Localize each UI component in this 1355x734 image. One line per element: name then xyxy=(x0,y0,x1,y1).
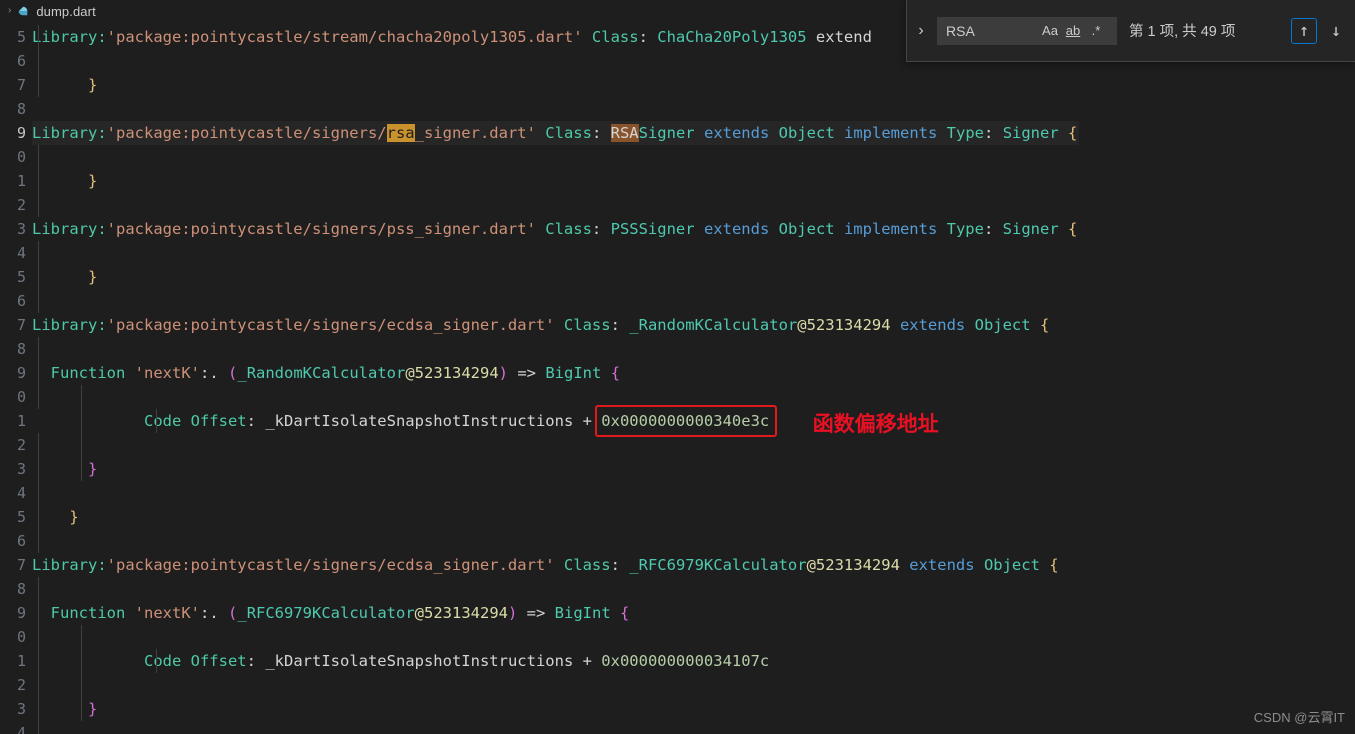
line-number: 8 xyxy=(16,340,26,358)
breadcrumb-chevron-icon: › xyxy=(8,5,12,16)
code-line[interactable]: Function 'nextK':. (_RFC6979KCalculator@… xyxy=(32,601,630,625)
code-line[interactable]: Library:'package:pointycastle/signers/ec… xyxy=(32,313,1049,337)
indent-guide xyxy=(37,337,39,409)
watermark-label: CSDN @云霄IT xyxy=(1253,710,1345,725)
code-line[interactable]: } xyxy=(32,169,97,193)
line-number: 2 xyxy=(16,196,26,214)
line-number: 0 xyxy=(16,388,26,406)
line-number: 8 xyxy=(16,100,26,118)
line-number: 9 xyxy=(16,124,26,142)
line-number: 2 xyxy=(16,436,26,454)
code-line[interactable]: Code Offset: _kDartIsolateSnapshotInstru… xyxy=(32,649,769,673)
find-widget[interactable]: › Aa ab .* 第 1 项, 共 49 项 ↑ ↓ xyxy=(906,0,1355,62)
code-line[interactable]: Library:'package:pointycastle/signers/ps… xyxy=(32,217,1077,241)
code-line[interactable]: Library:'package:pointycastle/stream/cha… xyxy=(32,25,872,49)
line-number: 2 xyxy=(16,676,26,694)
line-number: 1 xyxy=(16,172,26,190)
line-number: 7 xyxy=(16,76,26,94)
line-number: 4 xyxy=(16,484,26,502)
line-number: 0 xyxy=(16,628,26,646)
indent-guide xyxy=(37,241,39,313)
code-line[interactable]: Function 'nextK':. (_RandomKCalculator@5… xyxy=(32,361,620,385)
editor-window: › dump.dart 5 6 7 8 9 0 1 2 3 4 5 6 7 8 9 0 1 2 3 4 5 6 7 8 9 0 1 2… xyxy=(0,0,1355,734)
line-number: 0 xyxy=(16,148,26,166)
code-line[interactable]: Library:'package:pointycastle/signers/rs… xyxy=(32,121,1080,145)
code-line[interactable]: } xyxy=(32,457,97,481)
line-number: 6 xyxy=(16,52,26,70)
line-number: 3 xyxy=(16,700,26,718)
line-number: 7 xyxy=(16,556,26,574)
line-number: 5 xyxy=(16,28,26,46)
find-result-count: 第 1 项, 共 49 项 xyxy=(1129,24,1236,40)
previous-match-button[interactable]: ↑ xyxy=(1291,17,1317,44)
indent-guide xyxy=(155,409,157,433)
indent-guide xyxy=(81,625,83,721)
code-content[interactable]: Library:'package:pointycastle/stream/cha… xyxy=(32,22,1355,734)
offset-annotation-label: 函数偏移地址 xyxy=(812,413,939,436)
line-number: 6 xyxy=(16,532,26,550)
line-number: 9 xyxy=(16,604,26,622)
line-number: 9 xyxy=(16,364,26,382)
find-action-buttons: ↑ ↓ xyxy=(1291,17,1355,44)
indent-guide xyxy=(37,433,39,553)
line-number: 5 xyxy=(16,268,26,286)
indent-guide xyxy=(37,577,39,734)
line-number: 6 xyxy=(16,292,26,310)
code-editor[interactable]: 5 6 7 8 9 0 1 2 3 4 5 6 7 8 9 0 1 2 3 4 5 6 7 8 9 0 1 2 3 4 Library:'… xyxy=(0,22,1355,734)
line-number: 4 xyxy=(16,244,26,262)
code-line[interactable]: Code Offset: _kDartIsolateSnapshotInstru… xyxy=(32,409,769,433)
line-number: 3 xyxy=(16,220,26,238)
breadcrumb-file-name[interactable]: dump.dart xyxy=(36,4,95,19)
line-number: 1 xyxy=(16,652,26,670)
find-input-wrapper[interactable]: Aa ab .* xyxy=(937,16,1117,45)
line-number-gutter: 5 6 7 8 9 0 1 2 3 4 5 6 7 8 9 0 1 2 3 4 5 6 7 8 9 0 1 2 3 4 xyxy=(0,22,32,734)
indent-guide xyxy=(81,385,83,481)
indent-guide xyxy=(37,25,39,97)
code-line[interactable]: } xyxy=(32,73,97,97)
indent-guide xyxy=(155,649,157,673)
dart-file-icon xyxy=(16,4,30,18)
code-line[interactable]: } xyxy=(32,505,78,529)
use-regex-icon[interactable]: .* xyxy=(1085,20,1107,42)
search-match-current: rsa xyxy=(386,124,415,142)
search-match: RSA xyxy=(610,124,639,142)
line-number: 1 xyxy=(16,412,26,430)
line-number: 3 xyxy=(16,460,26,478)
find-expand-toggle-icon[interactable]: › xyxy=(911,0,931,61)
line-number: 8 xyxy=(16,580,26,598)
match-whole-word-icon[interactable]: ab xyxy=(1062,20,1084,42)
code-line[interactable]: Library:'package:pointycastle/signers/ec… xyxy=(32,553,1059,577)
search-input[interactable] xyxy=(946,18,1038,43)
line-number: 7 xyxy=(16,316,26,334)
match-case-icon[interactable]: Aa xyxy=(1039,20,1061,42)
line-number: 5 xyxy=(16,508,26,526)
code-line[interactable]: } xyxy=(32,697,97,721)
line-number: 4 xyxy=(16,724,26,734)
indent-guide xyxy=(37,145,39,217)
code-line[interactable]: } xyxy=(32,265,97,289)
next-match-button[interactable]: ↓ xyxy=(1323,18,1349,44)
